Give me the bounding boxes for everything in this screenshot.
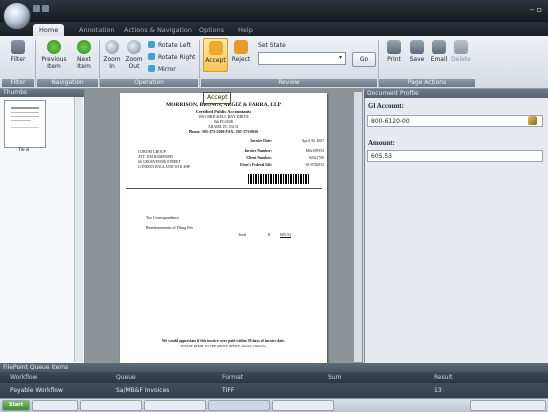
doc-phone: Phone: 305-373-5500 FAX: 305-373-0056 <box>188 129 259 134</box>
queue-row[interactable] <box>0 383 548 398</box>
queue-cell: Payable Workflow <box>10 387 63 394</box>
application-menu-button[interactable] <box>3 2 31 30</box>
doc-bill-to-3: 60 GROSVENOR STREET <box>138 160 181 164</box>
queue-panel-header: FilePoint Queue Items <box>0 363 548 372</box>
delete-button[interactable]: Delete <box>450 40 472 63</box>
magnifier-plus-icon <box>105 40 119 54</box>
document-profile-panel <box>364 89 548 363</box>
doc-total-label: Total <box>238 232 247 237</box>
rotate-left-icon <box>148 41 155 48</box>
rotate-right-icon <box>148 53 155 60</box>
queue-header-row <box>0 372 548 383</box>
go-button[interactable]: Go <box>352 52 376 67</box>
set-state-label: Set State <box>258 42 286 49</box>
reject-button[interactable]: Reject <box>229 40 253 63</box>
doc-total-amount: 605.53 <box>280 232 291 237</box>
queue-column-header[interactable]: Result <box>434 372 453 383</box>
arrow-right-icon <box>77 40 91 54</box>
tab-annotation[interactable]: Annotation <box>73 24 121 36</box>
mirror-icon <box>148 65 155 72</box>
pencil-icon[interactable] <box>528 116 537 125</box>
gl-account-field[interactable]: 800-6120-00 <box>367 115 543 127</box>
start-button[interactable]: Start <box>2 400 30 411</box>
tab-actions-navigation[interactable]: Actions & Navigation <box>118 24 198 36</box>
doc-footer-2: PLEASE REMIT TO THE ABOVE OFFICE. Invoic… <box>180 344 267 348</box>
queue-cell: Sa/MB&F Invoices <box>116 387 170 394</box>
printer-icon <box>387 40 401 54</box>
arrow-left-icon <box>47 40 61 54</box>
filter-icon <box>11 40 25 54</box>
taskbar-item[interactable] <box>80 400 142 411</box>
accept-tooltip: Accept <box>203 92 232 104</box>
accept-button[interactable]: Accept <box>203 38 228 72</box>
doc-tax-line: Tax Correspondence <box>146 215 179 220</box>
queue-column-header[interactable]: Workflow <box>10 372 38 383</box>
document-page: MORRISON, BROWN, ARGIZ & FARRA, LLP Cert… <box>120 93 327 363</box>
tab-home[interactable]: Home <box>33 24 65 36</box>
tab-help[interactable]: Help <box>232 24 259 36</box>
save-button[interactable]: Save <box>406 40 428 63</box>
doc-bill-to-2: ATT: JIM RAMFORD <box>138 155 173 159</box>
taskbar-item[interactable] <box>144 400 206 411</box>
trash-icon <box>454 40 468 54</box>
doc-bill-to-1: COROM GROUP <box>138 150 166 154</box>
thumbnail-scrollbar[interactable] <box>74 97 83 362</box>
queue-column-header[interactable]: Sum <box>328 372 341 383</box>
previous-item-button[interactable]: Previous Item <box>40 40 68 70</box>
taskbar-item-active[interactable] <box>208 400 270 411</box>
magnifier-minus-icon <box>127 40 141 54</box>
group-operation-label: Operation <box>100 79 198 87</box>
queue-column-header[interactable]: Queue <box>116 372 136 383</box>
mirror-button[interactable]: Mirror <box>148 65 176 74</box>
queue-cell: TIFF <box>222 387 235 394</box>
print-button[interactable]: Print <box>383 40 405 63</box>
thumbs-down-icon <box>234 40 248 54</box>
disk-icon <box>410 40 424 54</box>
doc-barcode <box>248 174 310 184</box>
doc-invoice-number: M0e189553 <box>305 149 324 153</box>
group-navigation-label: Navigation <box>37 79 98 87</box>
quick-launch[interactable] <box>32 400 78 411</box>
tab-options[interactable]: Options <box>193 24 230 36</box>
viewer-scrollbar[interactable] <box>354 92 362 362</box>
doc-invoice-date: April 30, 2007 <box>301 139 324 143</box>
email-button[interactable]: Email <box>428 40 450 63</box>
gl-account-label: Gl Account: <box>368 102 404 110</box>
amount-label: Amount: <box>368 139 395 147</box>
window-controls[interactable]: – ▫ <box>530 5 542 14</box>
system-tray[interactable] <box>470 400 546 411</box>
group-page-actions-label: Page Actions <box>379 79 475 87</box>
amount-field[interactable]: 605.53 <box>367 150 543 162</box>
thumbnail-label: fa-a <box>18 147 30 153</box>
group-filter-label: Filter <box>2 79 34 87</box>
thumbs-up-icon <box>208 41 223 55</box>
zoom-in-button[interactable]: Zoom In <box>101 40 123 70</box>
set-state-select[interactable] <box>258 52 346 65</box>
quick-access-toolbar[interactable] <box>33 5 63 14</box>
rotate-left-button[interactable]: Rotate Left <box>148 41 191 50</box>
document-profile-header: Document Profile <box>364 89 548 98</box>
doc-bill-to-4: LONDON ENGLAND W1K 3HP <box>138 165 191 169</box>
chevron-down-icon[interactable]: ▾ <box>336 52 345 63</box>
queue-column-header[interactable]: Format <box>222 372 243 383</box>
thumbnail-panel-header: Thumbs <box>0 89 84 97</box>
doc-footer-1: We would appreciate if this invoice were… <box>161 339 286 343</box>
envelope-icon <box>432 40 446 54</box>
title-bar <box>0 0 548 22</box>
group-review-label: Review <box>201 79 377 87</box>
thumbnail-page[interactable] <box>4 100 46 148</box>
filter-button[interactable]: Filter <box>6 40 30 63</box>
zoom-out-button[interactable]: Zoom Out <box>123 40 145 70</box>
rotate-right-button[interactable]: Rotate Right <box>148 53 195 62</box>
queue-cell: 13 <box>434 387 442 394</box>
doc-client-number: 02021700 <box>308 156 324 160</box>
taskbar-item[interactable] <box>272 400 334 411</box>
next-item-button[interactable]: Next Item <box>70 40 98 70</box>
doc-fee-line: Reimbursement of Filing Fee <box>146 225 193 230</box>
doc-fed-id: 65-0720052 <box>305 163 324 167</box>
